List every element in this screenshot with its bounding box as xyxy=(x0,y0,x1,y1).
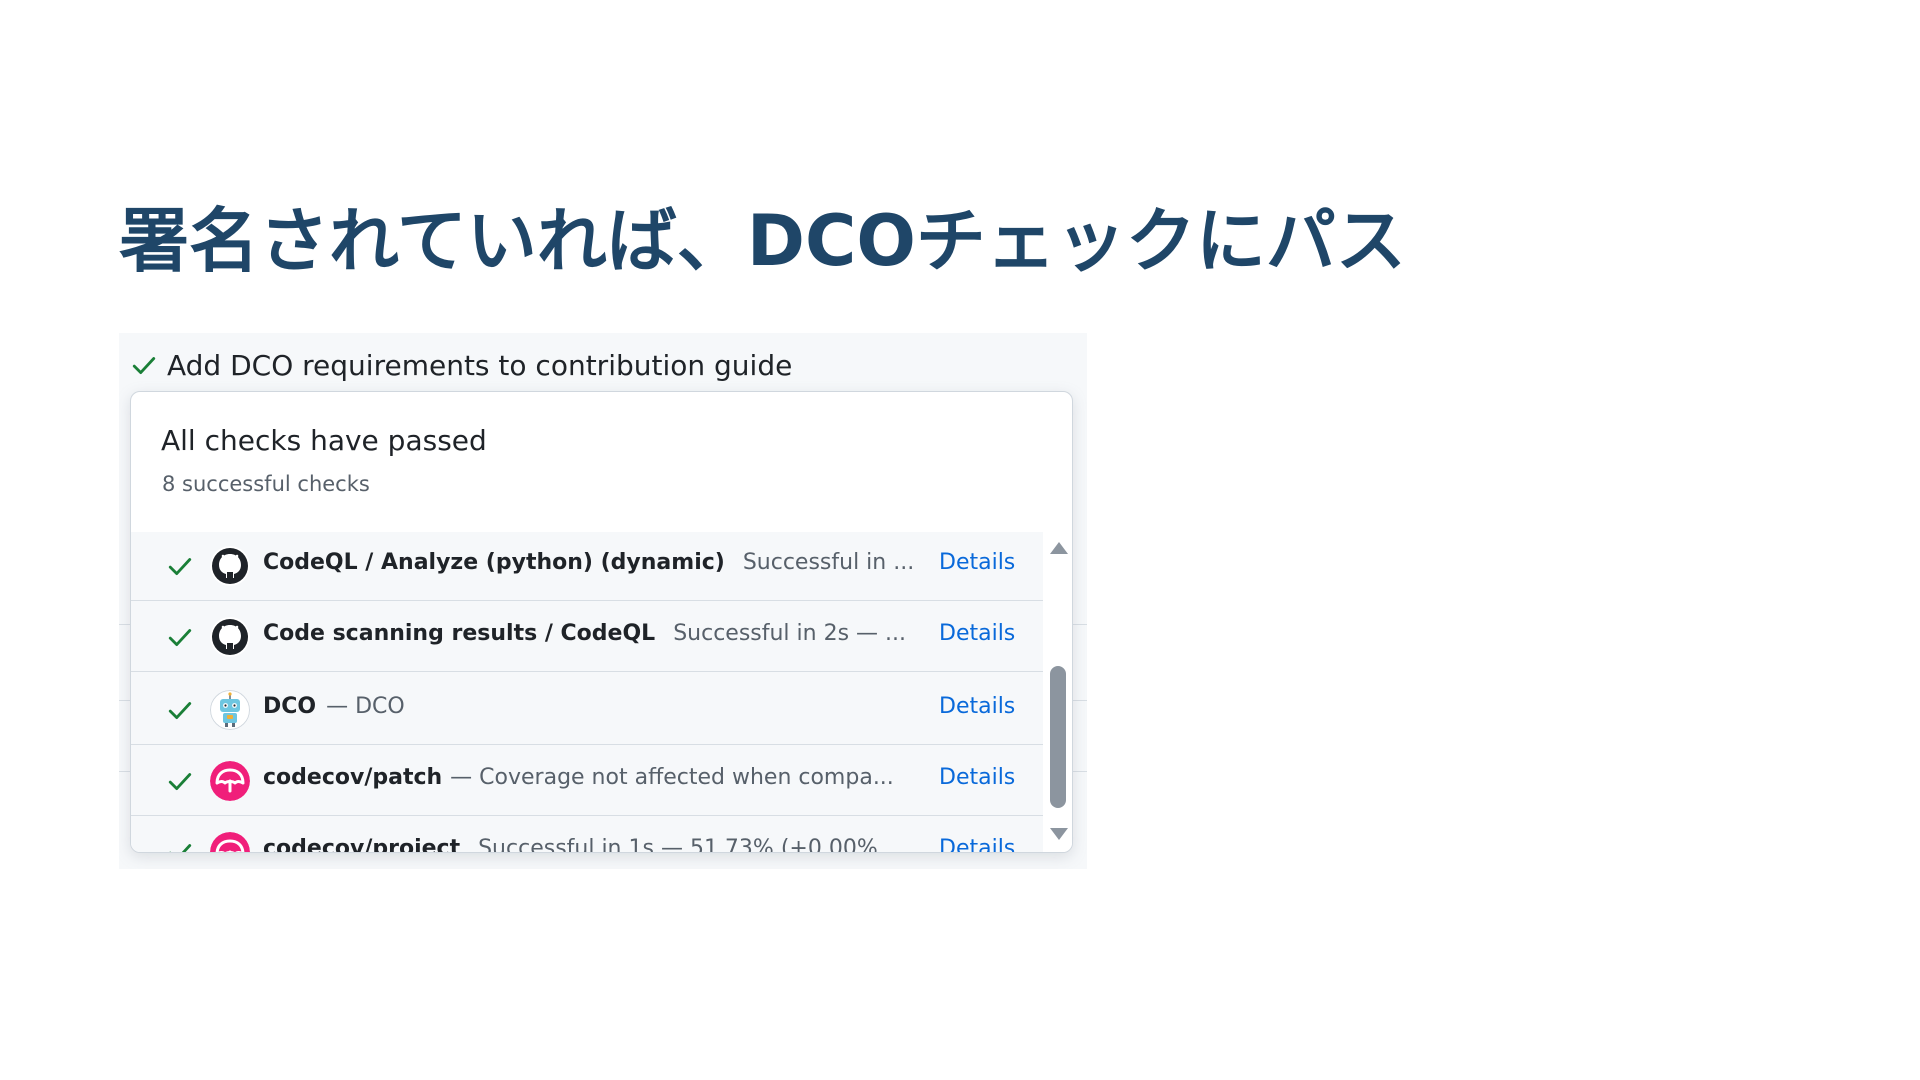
details-link[interactable]: Details xyxy=(939,621,1015,646)
check-text: Code scanning results / CodeQL Successful… xyxy=(263,621,913,646)
check-name: DCO xyxy=(263,694,317,719)
check-name: codecov/project xyxy=(263,836,461,852)
commit-header[interactable]: Add DCO requirements to contribution gui… xyxy=(131,347,792,383)
check-icon xyxy=(168,773,192,790)
check-icon xyxy=(168,629,192,646)
check-row: DCO — DCO Details xyxy=(131,672,1043,745)
github-octocat-icon xyxy=(210,546,250,586)
check-list[interactable]: CodeQL / Analyze (python) (dynamic) Succe… xyxy=(131,532,1043,852)
github-octocat-icon xyxy=(210,617,250,657)
checks-summary-title: All checks have passed xyxy=(161,424,487,457)
check-text: codecov/patch — Coverage not affected whe… xyxy=(263,765,913,790)
scroll-down-arrow-icon[interactable] xyxy=(1050,828,1068,840)
scroll-up-arrow-icon[interactable] xyxy=(1050,542,1068,554)
slide: 署名されていれば、DCOチェックにパス Add DCO requirements… xyxy=(0,0,1920,1080)
check-text: codecov/project Successful in 1s — 51.73%… xyxy=(263,836,913,852)
details-link[interactable]: Details xyxy=(939,694,1015,719)
scrollbar-thumb[interactable] xyxy=(1050,666,1066,808)
check-icon xyxy=(168,558,192,575)
details-link[interactable]: Details xyxy=(939,836,1015,852)
check-row: codecov/project Successful in 1s — 51.73%… xyxy=(131,816,1043,852)
check-text: CodeQL / Analyze (python) (dynamic) Succe… xyxy=(263,550,913,575)
details-link[interactable]: Details xyxy=(939,550,1015,575)
check-icon xyxy=(132,357,156,374)
codecov-umbrella-icon xyxy=(210,761,250,801)
details-link[interactable]: Details xyxy=(939,765,1015,790)
dco-robot-icon xyxy=(210,690,250,730)
check-row: Code scanning results / CodeQL Successful… xyxy=(131,601,1043,672)
check-row: CodeQL / Analyze (python) (dynamic) Succe… xyxy=(131,532,1043,601)
codecov-umbrella-icon xyxy=(210,832,250,852)
check-name: CodeQL / Analyze (python) (dynamic) xyxy=(263,550,725,575)
checks-summary-count: 8 successful checks xyxy=(162,472,370,496)
check-icon xyxy=(169,844,192,852)
slide-title: 署名されていれば、DCOチェックにパス xyxy=(119,200,1406,282)
check-description: — Coverage not affected when compa... xyxy=(450,765,894,790)
checks-popover: All checks have passed 8 successful chec… xyxy=(130,391,1073,853)
check-description: Successful in 2s — ... xyxy=(673,621,907,646)
scrollbar[interactable] xyxy=(1043,532,1072,852)
commit-title[interactable]: Add DCO requirements to contribution gui… xyxy=(167,349,792,382)
check-name: codecov/patch xyxy=(263,765,443,790)
pull-request-screenshot: Add DCO requirements to contribution gui… xyxy=(119,333,1087,869)
check-row: codecov/patch — Coverage not affected whe… xyxy=(131,745,1043,816)
check-icon xyxy=(168,702,192,719)
check-description: — DCO xyxy=(326,694,405,719)
check-description: Successful in ... xyxy=(742,550,913,575)
check-name: Code scanning results / CodeQL xyxy=(263,621,656,646)
check-description: Successful in 1s — 51.73% (+0.00%... xyxy=(478,836,899,852)
check-text: DCO — DCO xyxy=(263,694,913,719)
